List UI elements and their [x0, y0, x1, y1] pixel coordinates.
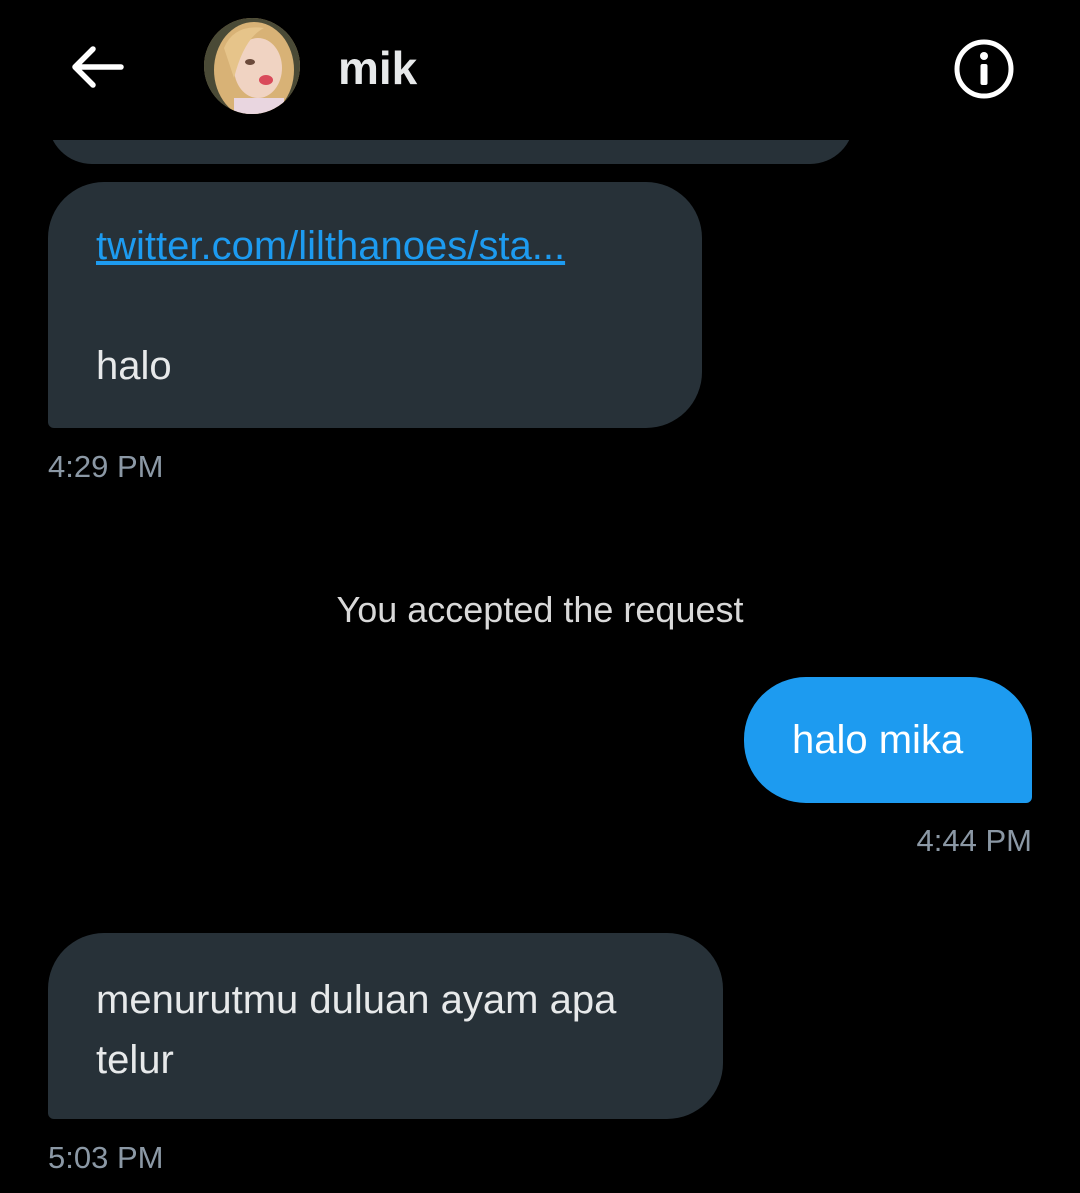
outgoing-message-bubble[interactable]: halo mika — [744, 677, 1032, 803]
message-timestamp: 4:44 PM — [916, 823, 1032, 858]
back-button[interactable] — [62, 38, 132, 96]
message-text: menurutmu duluan ayam apa telur — [96, 978, 617, 1082]
conversation-header: mik — [0, 0, 1080, 140]
incoming-message-bubble[interactable]: menurutmu duluan ayam apa telur — [48, 933, 723, 1119]
system-note: You accepted the request — [336, 589, 744, 630]
arrow-left-icon — [72, 46, 124, 88]
info-circle-icon — [954, 39, 1014, 99]
message-link[interactable]: twitter.com/lilthanoes/sta... — [96, 216, 654, 276]
conversation-title[interactable]: mik — [338, 40, 417, 96]
message-timestamp: 5:03 PM — [48, 1140, 164, 1175]
info-button[interactable] — [950, 35, 1018, 103]
avatar[interactable] — [204, 18, 300, 114]
message-text: halo — [96, 344, 172, 388]
message-text: halo mika — [792, 718, 964, 762]
message-timestamp: 4:29 PM — [48, 449, 164, 484]
incoming-message-bubble[interactable]: twitter.com/lilthanoes/sta... halo — [48, 182, 702, 428]
avatar-image — [204, 18, 300, 114]
